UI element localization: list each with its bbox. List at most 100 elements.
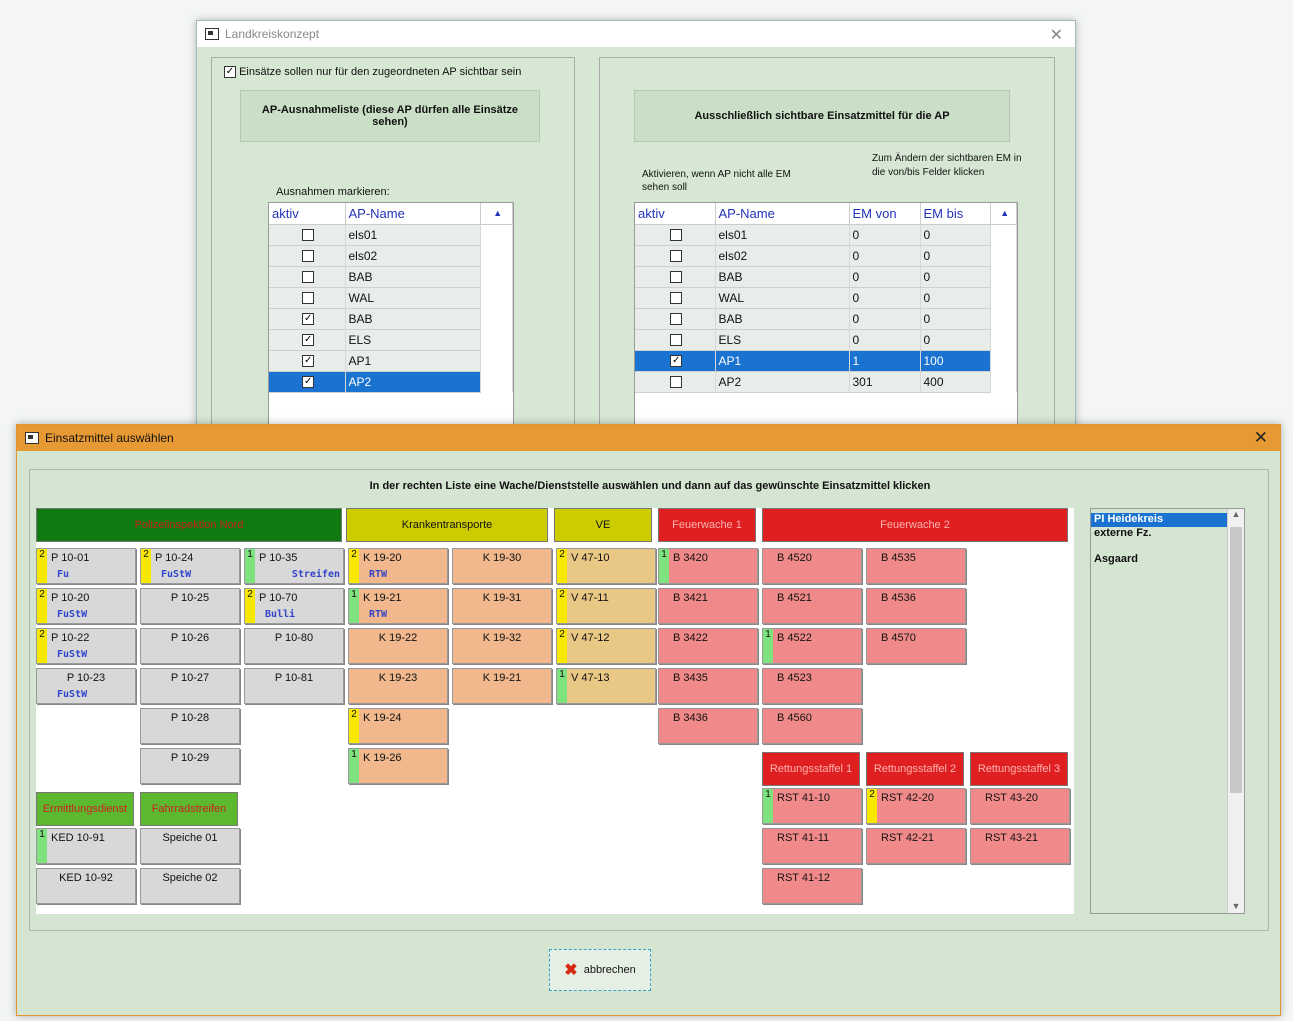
row-checkbox[interactable] xyxy=(670,271,683,284)
station-list-item[interactable] xyxy=(1091,541,1244,553)
scroll-up-icon[interactable]: ▲ xyxy=(480,203,513,225)
unit-button[interactable]: B 3422 xyxy=(658,628,758,664)
aktiv-cell[interactable] xyxy=(635,371,716,393)
unit-button[interactable]: B 3435 xyxy=(658,668,758,704)
unit-button[interactable]: P 10-28 xyxy=(140,708,240,744)
unit-button[interactable]: B 4520 xyxy=(762,548,862,584)
unit-button[interactable]: RST 41-12 xyxy=(762,868,862,904)
aktiv-cell[interactable] xyxy=(635,287,716,309)
unit-button[interactable]: B 3421 xyxy=(658,588,758,624)
unit-button[interactable]: RST 41-11 xyxy=(762,828,862,864)
aktiv-cell[interactable] xyxy=(269,224,346,246)
ap-name-cell[interactable]: els02 xyxy=(345,245,481,267)
aktiv-cell[interactable] xyxy=(635,245,716,267)
station-list-item[interactable]: externe Fz. xyxy=(1091,527,1244,541)
scroll-up-icon[interactable]: ▲ xyxy=(990,203,1017,225)
ap-name-cell[interactable]: ELS xyxy=(715,329,850,351)
unit-button[interactable]: 2 P 10-01 Fu xyxy=(36,548,136,584)
em-bis-cell[interactable]: 0 xyxy=(920,266,991,288)
cancel-button[interactable]: ✖ abbrechen xyxy=(549,949,651,991)
aktiv-cell[interactable]: ✓ xyxy=(269,350,346,372)
unit-button[interactable]: 2 P 10-24 FuStW xyxy=(140,548,240,584)
ap-name-cell[interactable]: BAB xyxy=(345,308,481,330)
unit-button[interactable]: P 10-81 xyxy=(244,668,344,704)
ap-name-cell[interactable]: ELS xyxy=(345,329,481,351)
em-von-cell[interactable]: 0 xyxy=(849,329,921,351)
aktiv-cell[interactable] xyxy=(269,287,346,309)
em-von-cell[interactable]: 0 xyxy=(849,308,921,330)
grid-row[interactable]: ✓ AP1 xyxy=(269,350,513,372)
grid-row[interactable]: els02 0 0 xyxy=(635,245,1017,267)
row-checkbox[interactable] xyxy=(670,292,683,305)
grid-row[interactable]: ✓ ELS xyxy=(269,329,513,351)
em-bis-cell[interactable]: 0 xyxy=(920,308,991,330)
row-checkbox[interactable] xyxy=(302,250,315,263)
col-em-bis[interactable]: EM bis xyxy=(920,203,991,225)
row-checkbox[interactable]: ✓ xyxy=(302,334,315,347)
unit-button[interactable]: 2 V 47-12 xyxy=(556,628,656,664)
ap-name-cell[interactable]: AP1 xyxy=(715,350,850,372)
ap-name-cell[interactable]: AP2 xyxy=(345,371,481,393)
unit-button[interactable]: P 10-27 xyxy=(140,668,240,704)
unit-button[interactable]: 2 K 19-20 RTW xyxy=(348,548,448,584)
col-ap-name[interactable]: AP-Name xyxy=(345,203,481,225)
unit-button[interactable]: B 4523 xyxy=(762,668,862,704)
col-ap-name[interactable]: AP-Name xyxy=(715,203,850,225)
aktiv-cell[interactable] xyxy=(635,266,716,288)
col-em-von[interactable]: EM von xyxy=(849,203,921,225)
unit-button[interactable]: B 4570 xyxy=(866,628,966,664)
unit-button[interactable]: P 10-80 xyxy=(244,628,344,664)
scroll-thumb[interactable] xyxy=(1230,527,1242,793)
row-checkbox[interactable] xyxy=(670,250,683,263)
ap-name-cell[interactable]: WAL xyxy=(345,287,481,309)
grid-row[interactable]: els01 0 0 xyxy=(635,224,1017,246)
unit-button[interactable]: 2 V 47-10 xyxy=(556,548,656,584)
row-checkbox[interactable] xyxy=(302,292,315,305)
row-checkbox[interactable]: ✓ xyxy=(670,355,683,368)
grid-row[interactable]: ✓ BAB xyxy=(269,308,513,330)
aktiv-cell[interactable] xyxy=(635,308,716,330)
unit-button[interactable]: P 10-23 FuStW xyxy=(36,668,136,704)
station-list-item[interactable]: PI Heidekreis xyxy=(1091,513,1244,527)
col-aktiv[interactable]: aktiv xyxy=(635,203,716,225)
em-bis-cell[interactable]: 0 xyxy=(920,224,991,246)
grid-row[interactable]: AP2 301 400 xyxy=(635,371,1017,393)
ap-name-cell[interactable]: els01 xyxy=(345,224,481,246)
unit-button[interactable]: 1 KED 10-91 xyxy=(36,828,136,864)
unit-button[interactable]: 1 B 3420 xyxy=(658,548,758,584)
row-checkbox[interactable] xyxy=(302,271,315,284)
unit-button[interactable]: B 4535 xyxy=(866,548,966,584)
grid-row[interactable]: els02 xyxy=(269,245,513,267)
aktiv-cell[interactable] xyxy=(635,329,716,351)
unit-button[interactable]: K 19-21 xyxy=(452,668,552,704)
unit-button[interactable]: 2 RST 42-20 xyxy=(866,788,966,824)
ap-name-cell[interactable]: els01 xyxy=(715,224,850,246)
em-bis-cell[interactable]: 100 xyxy=(920,350,991,372)
visibility-checkbox-row[interactable]: ✓ Einsätze sollen nur für den zugeordnet… xyxy=(224,66,521,79)
em-von-cell[interactable]: 0 xyxy=(849,266,921,288)
ap-name-cell[interactable]: els02 xyxy=(715,245,850,267)
unit-button[interactable]: 1 P 10-35 Streifen xyxy=(244,548,344,584)
grid-row[interactable]: BAB 0 0 xyxy=(635,266,1017,288)
row-checkbox[interactable] xyxy=(670,313,683,326)
aktiv-cell[interactable] xyxy=(269,245,346,267)
grid-row[interactable]: BAB xyxy=(269,266,513,288)
em-von-cell[interactable]: 0 xyxy=(849,287,921,309)
unit-button[interactable]: 2 P 10-22 FuStW xyxy=(36,628,136,664)
ap-name-cell[interactable]: BAB xyxy=(345,266,481,288)
em-bis-cell[interactable]: 0 xyxy=(920,245,991,267)
row-checkbox[interactable]: ✓ xyxy=(302,376,315,389)
unit-button[interactable]: K 19-31 xyxy=(452,588,552,624)
unit-button[interactable]: 1 B 4522 xyxy=(762,628,862,664)
grid-row[interactable]: WAL 0 0 xyxy=(635,287,1017,309)
unit-button[interactable]: B 4560 xyxy=(762,708,862,744)
ap-name-cell[interactable]: BAB xyxy=(715,266,850,288)
scroll-down-icon[interactable]: ▼ xyxy=(1228,901,1244,911)
ap-name-cell[interactable]: AP1 xyxy=(345,350,481,372)
unit-button[interactable]: 1 K 19-21 RTW xyxy=(348,588,448,624)
col-aktiv[interactable]: aktiv xyxy=(269,203,346,225)
row-checkbox[interactable]: ✓ xyxy=(302,355,315,368)
unit-button[interactable]: B 3436 xyxy=(658,708,758,744)
aktiv-cell[interactable]: ✓ xyxy=(269,308,346,330)
station-list-item[interactable]: Asgaard xyxy=(1091,553,1244,567)
